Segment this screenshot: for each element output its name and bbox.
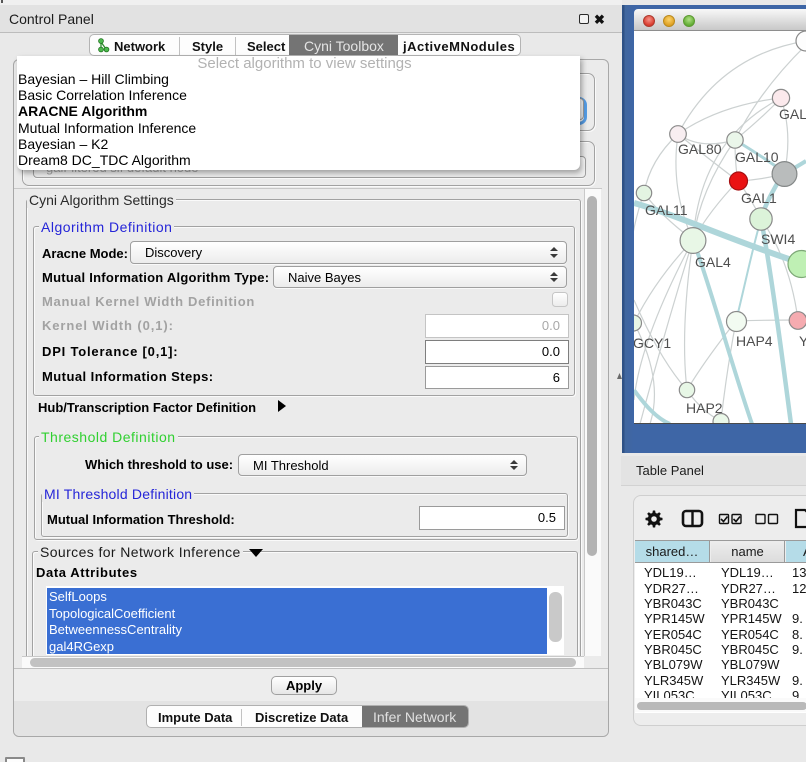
svg-text:SWI4: SWI4 — [761, 231, 795, 247]
svg-text:GCY1: GCY1 — [634, 335, 671, 351]
svg-text:GAL80: GAL80 — [678, 141, 722, 157]
svg-text:GAL10: GAL10 — [735, 149, 779, 165]
svg-text:GAL1: GAL1 — [741, 190, 777, 206]
svg-text:HAP2: HAP2 — [686, 400, 723, 416]
svg-text:GAL4: GAL4 — [695, 254, 731, 270]
svg-text:GAL7: GAL7 — [779, 106, 806, 122]
svg-text:YM: YM — [799, 333, 806, 349]
svg-text:HAP4: HAP4 — [736, 333, 773, 349]
svg-text:GAL11: GAL11 — [645, 202, 688, 218]
